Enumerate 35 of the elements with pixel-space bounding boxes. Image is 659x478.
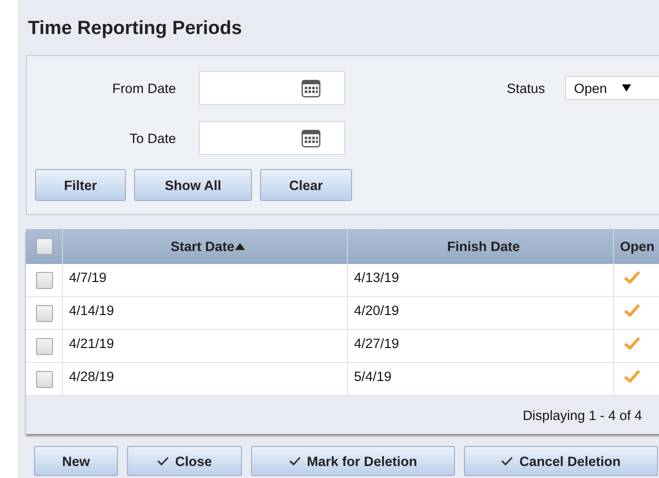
row-checkbox[interactable] bbox=[36, 272, 52, 288]
field-label: To Date bbox=[128, 130, 177, 146]
table-cell: 4/7/19 bbox=[63, 264, 348, 296]
select-all-checkbox[interactable] bbox=[36, 238, 52, 255]
field-label: From Date bbox=[111, 80, 177, 96]
table-cell: 4/20/19 bbox=[348, 297, 614, 329]
pagination-text: Displaying 1 - 4 of 4 bbox=[522, 408, 642, 422]
field-label: Status bbox=[506, 80, 546, 96]
action-button[interactable]: Mark for Deletion bbox=[251, 446, 455, 476]
checkmark-icon bbox=[288, 456, 301, 466]
sort-icon bbox=[235, 243, 246, 250]
table-cell: 4/28/19 bbox=[63, 363, 348, 395]
action-button[interactable]: New bbox=[34, 446, 118, 476]
table-cell: 5/4/19 bbox=[348, 363, 614, 395]
checkmark-icon bbox=[501, 456, 514, 466]
action-button[interactable]: Cancel Deletion bbox=[464, 446, 658, 476]
filter-button[interactable]: Show All bbox=[134, 169, 252, 201]
row-checkbox[interactable] bbox=[36, 304, 52, 322]
table-cell: 4/14/19 bbox=[63, 297, 348, 329]
calendar-icon[interactable] bbox=[301, 78, 321, 98]
checkmark-icon bbox=[157, 456, 170, 466]
table-cell: 4/21/19 bbox=[63, 330, 348, 362]
row-checkbox[interactable] bbox=[36, 370, 52, 388]
filter-button[interactable]: Clear bbox=[260, 169, 352, 201]
action-button[interactable]: Close bbox=[127, 446, 242, 476]
date-field[interactable] bbox=[199, 121, 345, 155]
filter-button[interactable]: Filter bbox=[35, 169, 126, 201]
caret-icon bbox=[622, 84, 632, 92]
row-checkbox[interactable] bbox=[36, 338, 52, 354]
calendar-icon[interactable] bbox=[301, 128, 321, 148]
date-field[interactable] bbox=[199, 71, 345, 105]
table-cell: 4/13/19 bbox=[348, 264, 614, 296]
table-cell: 4/27/19 bbox=[348, 330, 614, 362]
status-dropdown[interactable]: Open bbox=[565, 76, 659, 100]
page-title: Time Reporting Periods bbox=[27, 17, 243, 41]
